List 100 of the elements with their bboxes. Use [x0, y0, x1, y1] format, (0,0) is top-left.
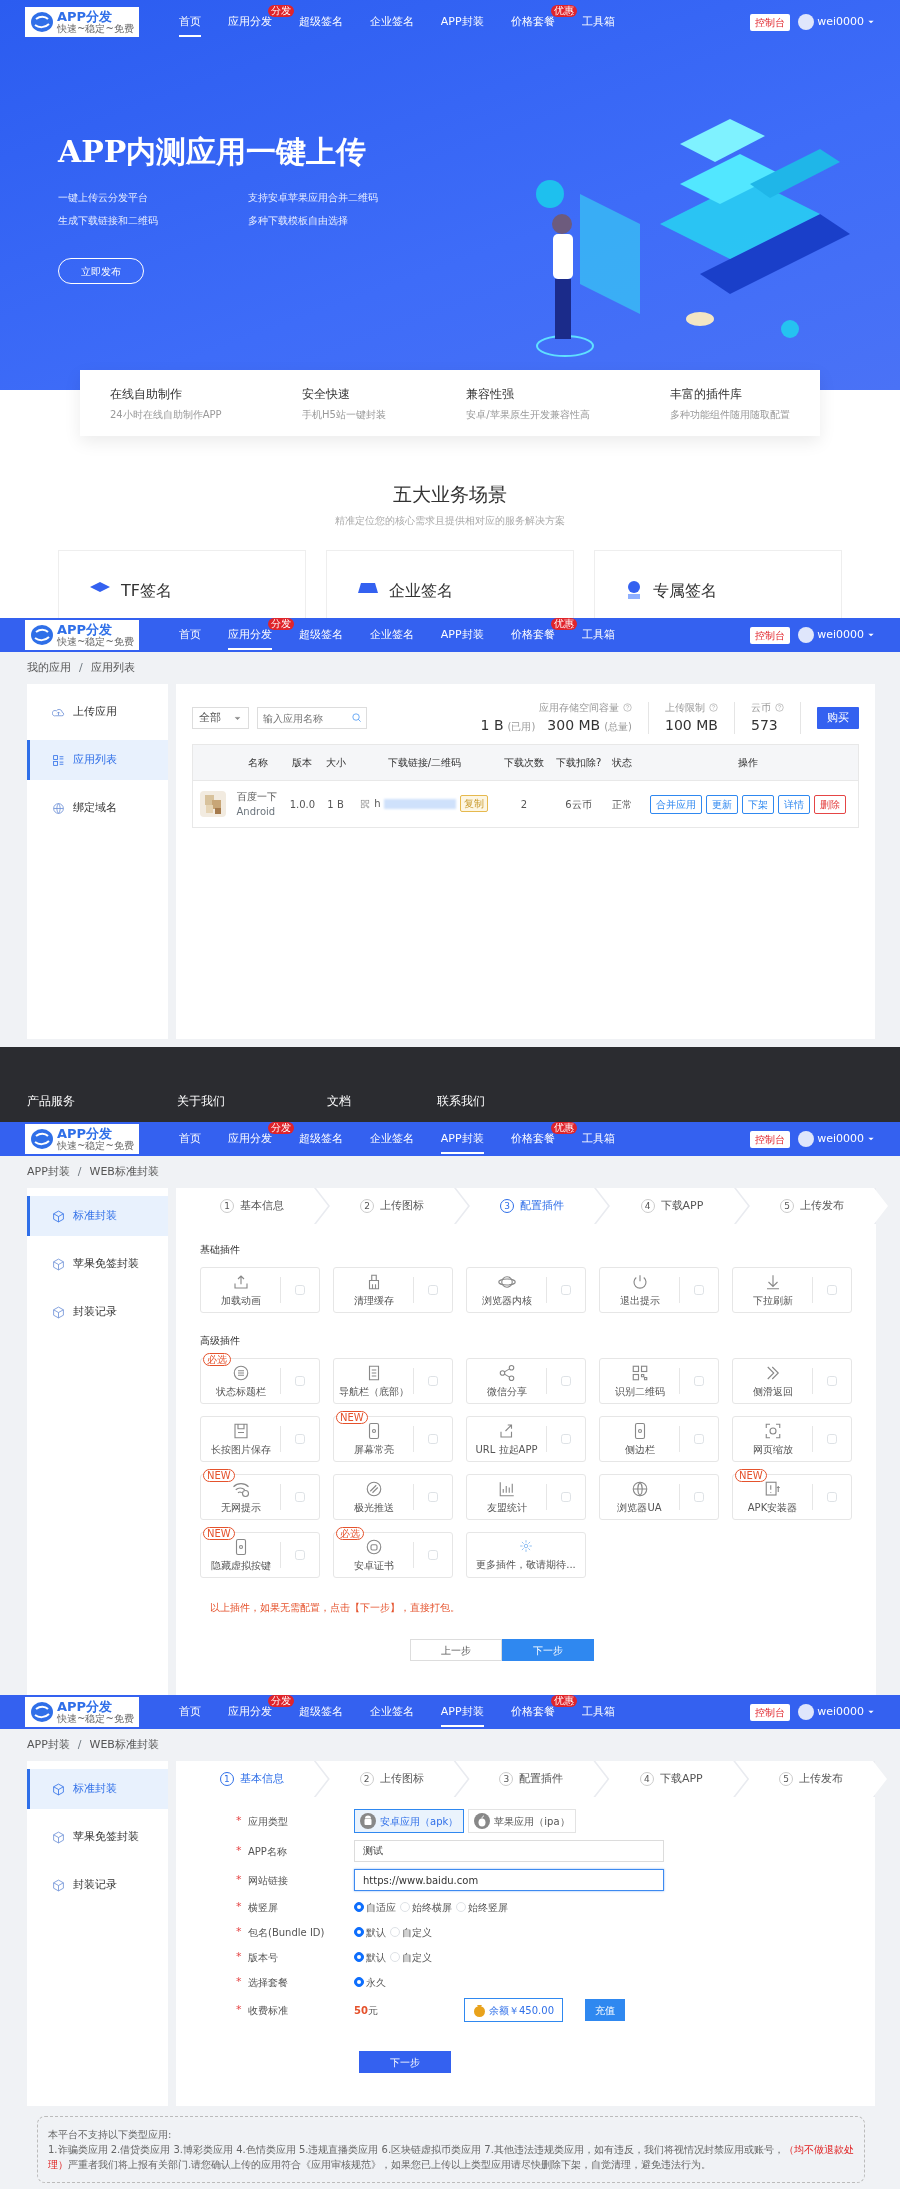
checkbox[interactable]: [295, 1376, 305, 1386]
checkbox[interactable]: [561, 1285, 571, 1295]
nav-link[interactable]: 超级签名: [298, 619, 343, 651]
checkbox[interactable]: [295, 1434, 305, 1444]
nav-link[interactable]: APP封装: [440, 6, 484, 38]
stat-label: 应用存储空间容量: [539, 701, 619, 715]
filter-dropdown[interactable]: 全部: [192, 707, 249, 729]
checkbox[interactable]: [428, 1376, 438, 1386]
action-button[interactable]: 更新: [705, 794, 738, 814]
nav-link[interactable]: 首页: [178, 1123, 201, 1155]
sidebar-item[interactable]: 封装记录: [27, 1292, 168, 1332]
user-menu[interactable]: wei0000: [798, 1130, 875, 1148]
action-button[interactable]: 详情: [777, 794, 810, 814]
input-field[interactable]: 测试: [354, 1840, 664, 1862]
recharge-button[interactable]: 充值: [585, 1999, 625, 2021]
console-button[interactable]: 控制台: [750, 13, 791, 31]
checkbox[interactable]: [428, 1285, 438, 1295]
feature-description: 24小时在线自助制作APP: [110, 407, 222, 422]
footer-heading: 联系我们: [437, 1093, 486, 1110]
breadcrumb-link[interactable]: 我的应用: [27, 659, 71, 677]
logo-text: APP分发: [57, 1127, 114, 1140]
checkbox[interactable]: [295, 1285, 305, 1295]
nav-link[interactable]: 首页: [178, 1696, 201, 1728]
hero-point: 支持安卓苹果应用合并二维码: [248, 191, 379, 205]
action-button[interactable]: 合并应用: [649, 794, 702, 814]
policy-link[interactable]: 《应用审核规范》: [301, 2159, 382, 2170]
breadcrumb-link[interactable]: APP封装: [27, 1163, 70, 1181]
radio-button[interactable]: [354, 1902, 364, 1912]
buy-button[interactable]: 购买: [817, 706, 859, 730]
breadcrumb-current: WEB标准封装: [89, 1163, 159, 1180]
action-button[interactable]: 下架: [741, 794, 774, 814]
fee-amount: 50元: [354, 2003, 379, 2018]
breadcrumb-link[interactable]: APP封装: [27, 1736, 70, 1754]
sidebar-item[interactable]: 应用列表: [27, 740, 168, 780]
nav-link[interactable]: 超级签名: [298, 6, 343, 38]
checkbox[interactable]: [827, 1285, 837, 1295]
checkbox[interactable]: [428, 1492, 438, 1502]
nav-link[interactable]: 首页: [178, 6, 201, 38]
checkbox[interactable]: [694, 1434, 704, 1444]
step-label: 基本信息: [239, 1770, 284, 1787]
table-cell: 1 B: [327, 798, 344, 810]
nav-link[interactable]: APP封装: [440, 619, 484, 651]
next-button[interactable]: 下一步: [502, 1639, 594, 1661]
plugin-label: 侧边栏: [624, 1442, 655, 1457]
nav-link[interactable]: 超级签名: [298, 1696, 343, 1728]
checkbox[interactable]: [561, 1376, 571, 1386]
checkbox[interactable]: [694, 1285, 704, 1295]
nav-link[interactable]: 工具箱: [581, 6, 615, 38]
user-menu[interactable]: wei0000: [798, 1703, 875, 1721]
nav-link[interactable]: 企业签名: [369, 1123, 414, 1155]
checkbox[interactable]: [561, 1434, 571, 1444]
sidebar-item[interactable]: 标准封装: [27, 1769, 168, 1809]
footer-heading: 产品服务: [27, 1093, 76, 1110]
nav-link[interactable]: APP封装: [440, 1696, 484, 1728]
nav-link[interactable]: 企业签名: [369, 6, 414, 38]
checkbox[interactable]: [827, 1376, 837, 1386]
download-link[interactable]: h: [374, 796, 381, 812]
required-mark: *: [236, 1898, 243, 1915]
search-icon: [351, 712, 362, 723]
checkbox[interactable]: [428, 1434, 438, 1444]
checkbox[interactable]: [827, 1492, 837, 1502]
nav-link[interactable]: APP封装: [440, 1123, 484, 1155]
sidebar-item[interactable]: 标准封装: [27, 1196, 168, 1236]
radio-button[interactable]: [354, 1977, 364, 1987]
checkbox[interactable]: [295, 1550, 305, 1560]
app-type-option[interactable]: 苹果应用（ipa）: [468, 1809, 576, 1833]
sidebar-item[interactable]: 苹果免签封装: [27, 1244, 168, 1284]
input-field[interactable]: https://www.baidu.com: [354, 1869, 664, 1891]
checkbox[interactable]: [694, 1492, 704, 1502]
radio-button[interactable]: [354, 1927, 364, 1937]
checkbox[interactable]: [561, 1492, 571, 1502]
checkbox[interactable]: [694, 1376, 704, 1386]
next-button[interactable]: 下一步: [359, 2051, 451, 2073]
nav-link[interactable]: 首页: [178, 619, 201, 651]
nav-link[interactable]: 超级签名: [298, 1123, 343, 1155]
sidebar-item[interactable]: 苹果免签封装: [27, 1817, 168, 1857]
console-button[interactable]: 控制台: [750, 1130, 791, 1148]
nav-link[interactable]: 工具箱: [581, 619, 615, 651]
previous-button[interactable]: 上一步: [410, 1639, 502, 1661]
action-button[interactable]: 删除: [813, 794, 846, 814]
checkbox[interactable]: [428, 1550, 438, 1560]
user-menu[interactable]: wei0000: [798, 13, 875, 31]
nav-link[interactable]: 企业签名: [369, 619, 414, 651]
nav-badge: 优惠: [550, 1695, 577, 1707]
checkbox[interactable]: [295, 1492, 305, 1502]
required-mark: *: [236, 1842, 243, 1859]
app-type-option[interactable]: 安卓应用（apk）: [354, 1809, 465, 1833]
feature-title: 丰富的插件库: [670, 385, 743, 403]
nav-link[interactable]: 工具箱: [581, 1123, 615, 1155]
nav-link[interactable]: 企业签名: [369, 1696, 414, 1728]
console-button[interactable]: 控制台: [750, 1703, 791, 1721]
user-menu[interactable]: wei0000: [798, 626, 875, 644]
radio-button[interactable]: [354, 1952, 364, 1962]
console-button[interactable]: 控制台: [750, 626, 791, 644]
sidebar-item[interactable]: 封装记录: [27, 1865, 168, 1905]
sidebar-item[interactable]: 上传应用: [27, 692, 168, 732]
sidebar-item[interactable]: 绑定域名: [27, 788, 168, 828]
checkbox[interactable]: [827, 1434, 837, 1444]
search-field[interactable]: 输入应用名称: [257, 707, 367, 729]
nav-link[interactable]: 工具箱: [581, 1696, 615, 1728]
